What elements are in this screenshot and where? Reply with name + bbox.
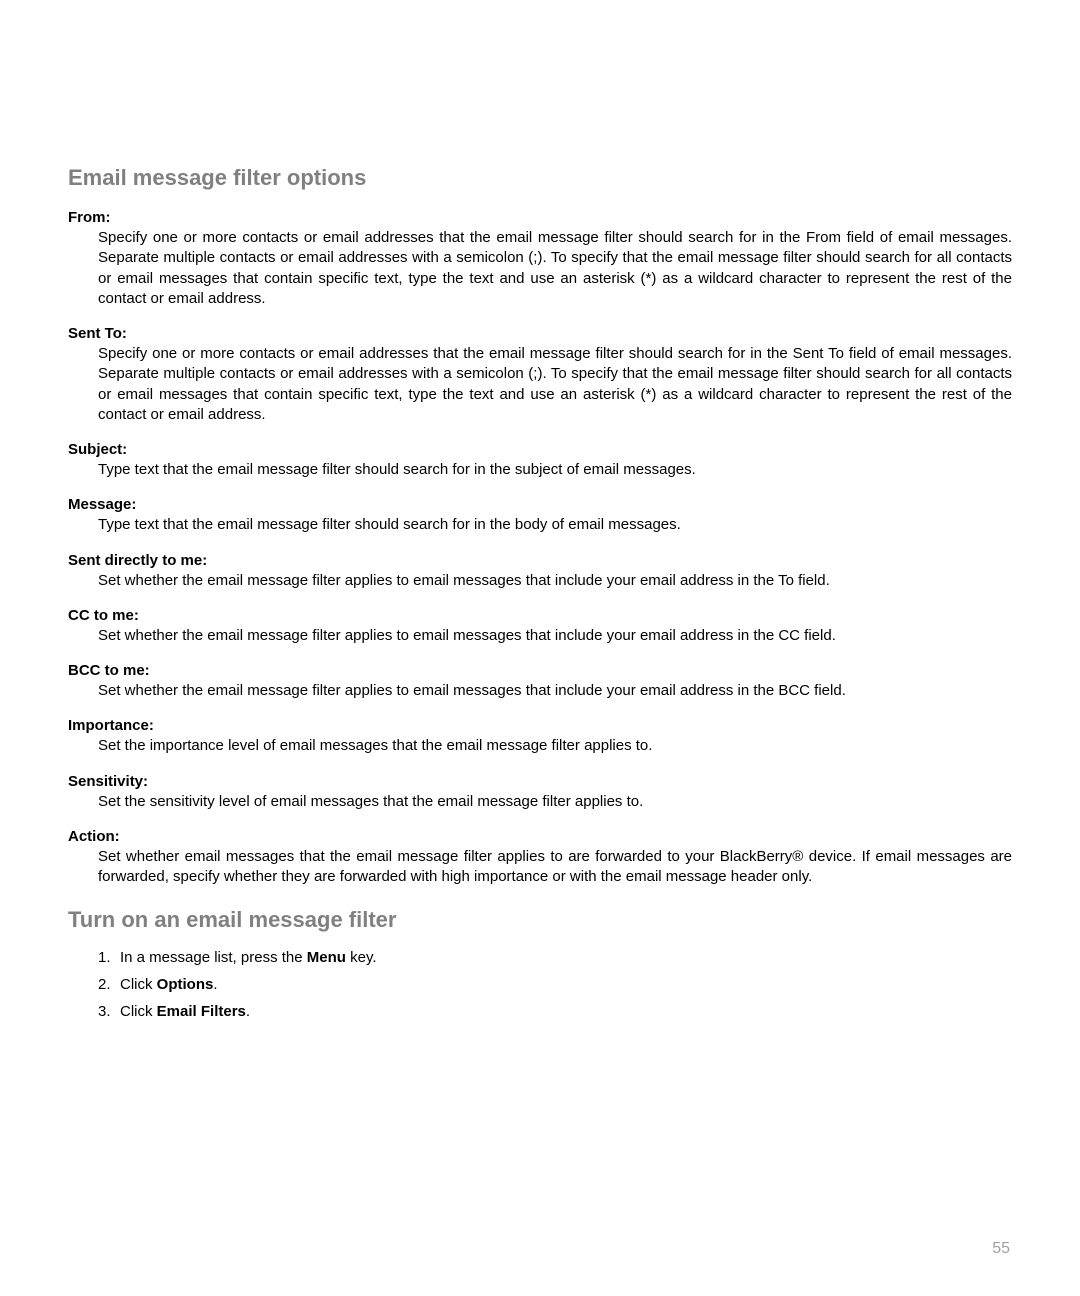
option-action: Action: Set whether email messages that … xyxy=(68,828,1012,888)
option-desc-action: Set whether email messages that the emai… xyxy=(68,847,1012,888)
option-sensitivity: Sensitivity: Set the sensitivity level o… xyxy=(68,773,1012,812)
option-desc-sentdirect: Set whether the email message filter app… xyxy=(68,571,1012,591)
option-term-subject: Subject: xyxy=(68,441,1012,458)
option-term-sensitivity: Sensitivity: xyxy=(68,773,1012,790)
step-num-3: 3. xyxy=(98,1001,120,1022)
option-importance: Importance: Set the importance level of … xyxy=(68,717,1012,756)
heading-turn-on-filter: Turn on an email message filter xyxy=(68,907,1012,933)
step-1-post: key. xyxy=(346,949,377,966)
option-term-sentdirect: Sent directly to me: xyxy=(68,552,1012,569)
step-2-post: . xyxy=(213,976,217,993)
step-2-bold: Options xyxy=(157,976,214,993)
step-1: 1.In a message list, press the Menu key. xyxy=(98,947,1012,968)
option-desc-sensitivity: Set the sensitivity level of email messa… xyxy=(68,792,1012,812)
step-3: 3.Click Email Filters. xyxy=(98,1001,1012,1022)
option-term-cctome: CC to me: xyxy=(68,607,1012,624)
option-message: Message: Type text that the email messag… xyxy=(68,496,1012,535)
option-term-sentto: Sent To: xyxy=(68,325,1012,342)
step-num-1: 1. xyxy=(98,947,120,968)
option-term-action: Action: xyxy=(68,828,1012,845)
option-desc-importance: Set the importance level of email messag… xyxy=(68,736,1012,756)
option-desc-subject: Type text that the email message filter … xyxy=(68,460,1012,480)
page-number: 55 xyxy=(992,1240,1010,1258)
option-desc-from: Specify one or more contacts or email ad… xyxy=(68,228,1012,309)
option-desc-sentto: Specify one or more contacts or email ad… xyxy=(68,344,1012,425)
heading-email-filter-options: Email message filter options xyxy=(68,165,1012,191)
step-num-2: 2. xyxy=(98,974,120,995)
option-sentdirect: Sent directly to me: Set whether the ema… xyxy=(68,552,1012,591)
option-from: From: Specify one or more contacts or em… xyxy=(68,209,1012,309)
step-2: 2.Click Options. xyxy=(98,974,1012,995)
option-term-importance: Importance: xyxy=(68,717,1012,734)
option-term-bcctome: BCC to me: xyxy=(68,662,1012,679)
option-bcctome: BCC to me: Set whether the email message… xyxy=(68,662,1012,701)
option-desc-bcctome: Set whether the email message filter app… xyxy=(68,681,1012,701)
option-subject: Subject: Type text that the email messag… xyxy=(68,441,1012,480)
steps-list: 1.In a message list, press the Menu key.… xyxy=(68,947,1012,1022)
step-1-bold: Menu xyxy=(307,949,346,966)
step-1-pre: In a message list, press the xyxy=(120,949,307,966)
step-3-post: . xyxy=(246,1003,250,1020)
option-desc-message: Type text that the email message filter … xyxy=(68,515,1012,535)
option-term-from: From: xyxy=(68,209,1012,226)
step-3-bold: Email Filters xyxy=(157,1003,246,1020)
step-3-pre: Click xyxy=(120,1003,157,1020)
option-cctome: CC to me: Set whether the email message … xyxy=(68,607,1012,646)
option-desc-cctome: Set whether the email message filter app… xyxy=(68,626,1012,646)
option-term-message: Message: xyxy=(68,496,1012,513)
step-2-pre: Click xyxy=(120,976,157,993)
option-sentto: Sent To: Specify one or more contacts or… xyxy=(68,325,1012,425)
